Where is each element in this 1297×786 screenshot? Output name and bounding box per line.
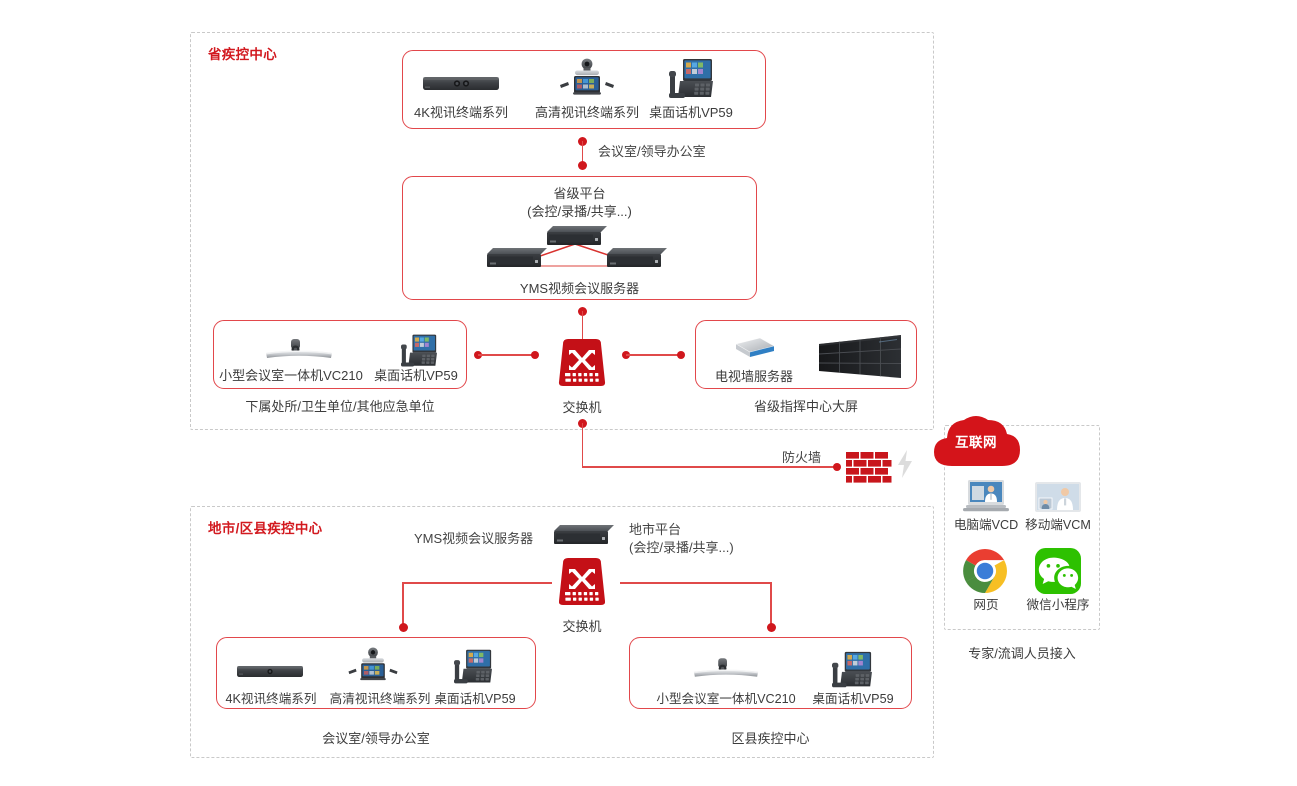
city-yms-server-label: YMS视频会议服务器 [414,531,534,546]
city-switch-label: 交换机 [562,619,602,634]
chrome-browser-icon [962,548,1008,594]
wechat-miniprogram-label: 微信小程序 [1026,598,1090,612]
connector-dot [578,161,587,170]
desk-phone-label: 桌面话机VP59 [649,105,733,120]
connector-line-horizontal [626,354,680,356]
branch-line-vertical-right [770,582,772,628]
province-platform-subtitle: (会控/录播/共享...) [527,204,632,219]
soundbar-4k-icon [421,73,501,95]
zone-city-title: 地市/区县疾控中心 [208,521,323,536]
link-label-meeting-room: 会议室/领导办公室 [598,144,706,159]
yms-server-cluster-icon [487,226,667,267]
vc210-label: 小型会议室一体机VC210 [219,368,363,383]
city-platform-title: 地市平台 [629,522,682,537]
wechat-miniprogram-icon [1035,548,1081,594]
network-topology-diagram: 省疾控中心 4K视讯终端系列 高清视讯终端系列 桌面话机VP59 会议室/领导办… [0,0,1297,786]
tv-wall-server-label: 电视墙服务器 [714,369,793,384]
network-switch-icon [554,336,610,392]
connector-dot [767,623,776,632]
hd-codec-label: 高清视讯终端系列 [329,692,431,706]
internet-cloud-label: 互联网 [955,435,997,450]
tablet-vcm-label: 移动端VCM [1025,518,1091,532]
video-wall-icon [817,334,903,386]
internet-panel-caption: 专家/流调人员接入 [968,646,1076,661]
soundbar-4k-icon [236,664,304,680]
province-switch-label: 交换机 [562,400,602,415]
connector-dot [677,351,685,359]
city-yms-server-icon [554,525,614,544]
city-right-group-caption: 区县疾控中心 [731,731,810,746]
branch-line-vertical-left [402,582,404,628]
connector-line-vertical [581,141,584,163]
connector-dot [398,623,408,632]
laptop-vcd-icon [961,478,1011,514]
province-platform-title: 省级平台 [553,186,606,201]
desk-phone-icon [398,333,440,369]
city-left-group-caption: 会议室/领导办公室 [322,731,430,746]
connector-dot [531,351,539,359]
chrome-browser-label: 网页 [973,598,999,612]
branch-line-horizontal-right [620,582,772,584]
firewall-brick-icon [846,452,894,486]
soundbar-4k-label: 4K视讯终端系列 [225,692,317,706]
lightning-bolt-icon [896,450,914,478]
connector-line-horizontal [478,354,534,356]
province-yms-server-label: YMS视频会议服务器 [519,281,640,296]
province-right-group-caption: 省级指挥中心大屏 [753,399,858,414]
hd-codec-icon [552,57,622,101]
connector-dot [833,463,841,471]
desk-phone-icon [667,57,715,101]
vc210-icon [690,656,762,682]
hd-codec-icon [340,646,406,686]
firewall-label: 防火墙 [782,450,822,465]
soundbar-4k-label: 4K视讯终端系列 [414,105,508,120]
hd-codec-label: 高清视讯终端系列 [534,105,639,120]
internet-cloud-icon: 互联网 [928,412,1024,472]
city-platform-subtitle: (会控/录播/共享...) [629,540,734,555]
zone-province-title: 省疾控中心 [208,47,277,62]
connector-line-vertical [581,311,584,339]
vc210-icon [262,337,336,363]
desk-phone-label: 桌面话机VP59 [434,692,516,706]
desk-phone-icon [452,648,494,686]
tv-wall-server-icon [728,336,778,364]
province-left-group-caption: 下属处所/卫生单位/其他应急单位 [245,399,435,414]
desk-phone-icon [830,650,874,690]
vc210-label: 小型会议室一体机VC210 [656,692,796,706]
branch-line-horizontal-left [402,582,552,584]
tablet-vcm-icon [1034,481,1082,513]
laptop-vcd-label: 电脑端VCD [953,518,1019,532]
desk-phone-label: 桌面话机VP59 [812,692,894,706]
network-switch-icon [554,555,610,611]
firewall-line-vertical [581,423,584,467]
desk-phone-label: 桌面话机VP59 [374,368,458,383]
